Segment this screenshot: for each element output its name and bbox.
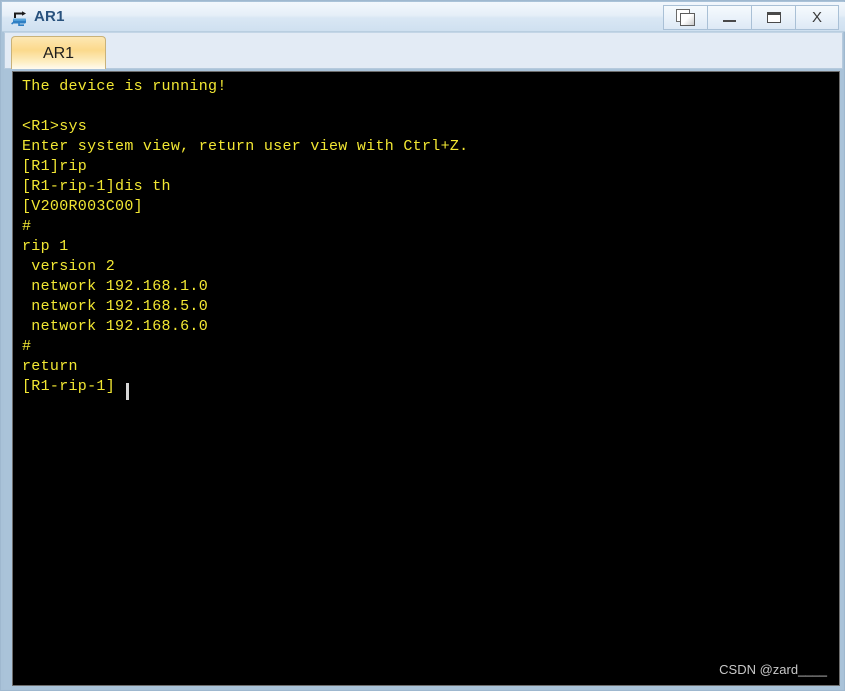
maximize-icon — [766, 11, 781, 23]
minimize-button[interactable] — [707, 4, 751, 30]
title-bar[interactable]: AR1 X — [2, 2, 845, 32]
terminal-cursor — [126, 383, 129, 400]
terminal-console[interactable]: The device is running! <R1>sys Enter sys… — [12, 71, 840, 686]
window-controls: X — [663, 4, 839, 30]
restore-icon — [675, 9, 696, 26]
window-title: AR1 — [34, 7, 65, 25]
tab-strip: AR1 — [4, 32, 843, 70]
terminal-panel: The device is running! <R1>sys Enter sys… — [4, 69, 843, 689]
maximize-button[interactable] — [751, 4, 795, 30]
close-icon: X — [811, 8, 822, 26]
router-icon — [10, 7, 30, 27]
terminal-output: The device is running! <R1>sys Enter sys… — [22, 78, 469, 395]
minimize-icon — [723, 20, 736, 22]
tab-ar1[interactable]: AR1 — [11, 36, 106, 70]
ar1-console-window: AR1 X AR1 The device is running! <R1>sys… — [0, 0, 845, 691]
watermark-label: CSDN @zard____ — [719, 662, 827, 677]
tab-ar1-label: AR1 — [42, 44, 75, 62]
close-button[interactable]: X — [795, 4, 839, 30]
restore-button[interactable] — [663, 4, 707, 30]
